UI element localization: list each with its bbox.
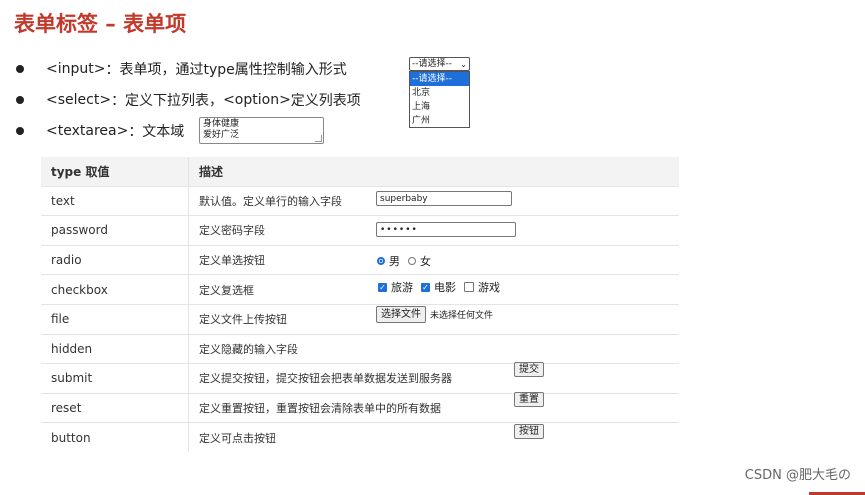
radio-label: 男: [389, 255, 400, 268]
bullet-text: ：表单项，通过type属性控制输入形式: [105, 62, 347, 78]
bullet-text2: 定义列表项: [290, 93, 361, 109]
header-desc: 描述: [199, 164, 224, 179]
reset-demo: 重置: [514, 392, 544, 407]
table-row: text 默认值。定义单行的输入字段: [41, 185, 679, 216]
textarea-line: 身体健康: [203, 119, 240, 129]
table-row: radio 定义单选按钮: [41, 244, 679, 275]
table-row: file 定义文件上传按钮: [41, 303, 679, 334]
select-value: --请选择--: [412, 58, 452, 69]
cell-type: text: [41, 186, 189, 216]
bullet-dot: [16, 127, 24, 135]
cell-desc: 定义重置按钮，重置按钮会清除表单中的所有数据: [199, 402, 441, 416]
bullet-text: ：文本域: [128, 124, 185, 140]
bullet-text: ：定义下拉列表，: [111, 93, 224, 109]
header-type: type 取值: [41, 157, 189, 186]
cell-desc: 定义可点击按钮: [199, 431, 276, 445]
table-row: hidden 定义隐藏的输入字段: [41, 333, 679, 364]
cell-desc: 定义单选按钮: [199, 254, 265, 268]
dropdown-option[interactable]: 上海: [410, 100, 469, 114]
select-demo[interactable]: --请选择-- ⌄: [409, 57, 470, 71]
table-row: checkbox 定义复选框: [41, 274, 679, 304]
dropdown-option[interactable]: 广州: [410, 114, 469, 128]
table-header: type 取值 描述: [41, 157, 679, 186]
cell-desc: 定义提交按钮，提交按钮会把表单数据发送到服务器: [199, 372, 452, 386]
text-input[interactable]: superbaby: [376, 191, 512, 206]
textarea-line: 爱好广泛: [203, 130, 240, 140]
bullet-select: <select> ：定义下拉列表， <option> 定义列表项: [14, 89, 361, 111]
radio-demo: 男 女: [377, 253, 431, 269]
checkbox-unchecked-icon[interactable]: [464, 282, 474, 292]
table-row: password 定义密码字段: [41, 215, 679, 245]
chevron-down-icon: ⌄: [460, 59, 467, 69]
bullet-dot: [16, 65, 24, 73]
select-dropdown: --请选择-- 北京 上海 广州: [409, 71, 470, 128]
submit-button[interactable]: 提交: [514, 362, 544, 377]
cell-type: hidden: [41, 334, 189, 364]
cell-desc: 定义隐藏的输入字段: [199, 342, 298, 356]
reset-button[interactable]: 重置: [514, 392, 544, 407]
cell-type: submit: [41, 364, 189, 393]
page-title: 表单标签 – 表单项: [14, 12, 187, 36]
table-row: button 定义可点击按钮: [41, 422, 679, 452]
cell-type: radio: [41, 245, 189, 275]
submit-demo: 提交: [514, 362, 544, 377]
file-status: 未选择任何文件: [430, 311, 494, 321]
checkbox-demo: ✓ 旅游 ✓ 电影 游戏: [378, 279, 500, 295]
bullet-textarea: <textarea> ：文本域: [14, 120, 184, 142]
dropdown-option[interactable]: --请选择--: [410, 72, 469, 86]
dropdown-option[interactable]: 北京: [410, 86, 469, 100]
resize-grip-icon[interactable]: [315, 135, 322, 142]
checkbox-checked-icon[interactable]: ✓: [378, 282, 387, 292]
plain-button[interactable]: 按钮: [514, 424, 544, 439]
cell-type: password: [41, 216, 189, 245]
bullet-code: <input>: [46, 61, 106, 77]
file-demo: 选择文件 未选择任何文件: [376, 306, 493, 323]
text-demo: superbaby: [376, 191, 512, 206]
radio-unchecked-icon[interactable]: [408, 257, 416, 265]
bullet-code: <select>: [46, 92, 112, 108]
button-demo: 按钮: [514, 424, 544, 439]
cell-type: button: [41, 423, 189, 452]
password-demo: ••••••: [376, 222, 516, 237]
checkbox-label: 电影: [434, 281, 456, 294]
checkbox-label: 旅游: [391, 281, 413, 294]
type-table: type 取值 描述 text 默认值。定义单行的输入字段 password 定…: [41, 157, 679, 452]
bullet-code2: <option>: [223, 92, 291, 108]
bullet-code: <textarea>: [46, 123, 129, 139]
bullet-input: <input> ：表单项，通过type属性控制输入形式: [14, 58, 347, 80]
textarea-demo[interactable]: 身体健康 爱好广泛: [199, 117, 324, 144]
cell-type: reset: [41, 393, 189, 423]
watermark: CSDN @肥大毛の: [744, 468, 851, 483]
radio-checked-icon[interactable]: [377, 257, 385, 265]
table-row: submit 定义提交按钮，提交按钮会把表单数据发送到服务器: [41, 363, 679, 393]
bullet-dot: [16, 96, 24, 104]
checkbox-label: 游戏: [478, 281, 500, 294]
password-input[interactable]: ••••••: [376, 222, 516, 237]
choose-file-button[interactable]: 选择文件: [376, 306, 426, 323]
cell-type: file: [41, 304, 189, 334]
radio-label: 女: [420, 255, 431, 268]
table-row: reset 定义重置按钮，重置按钮会清除表单中的所有数据: [41, 392, 679, 423]
checkbox-checked-icon[interactable]: ✓: [421, 282, 430, 292]
cell-type: checkbox: [41, 275, 189, 304]
